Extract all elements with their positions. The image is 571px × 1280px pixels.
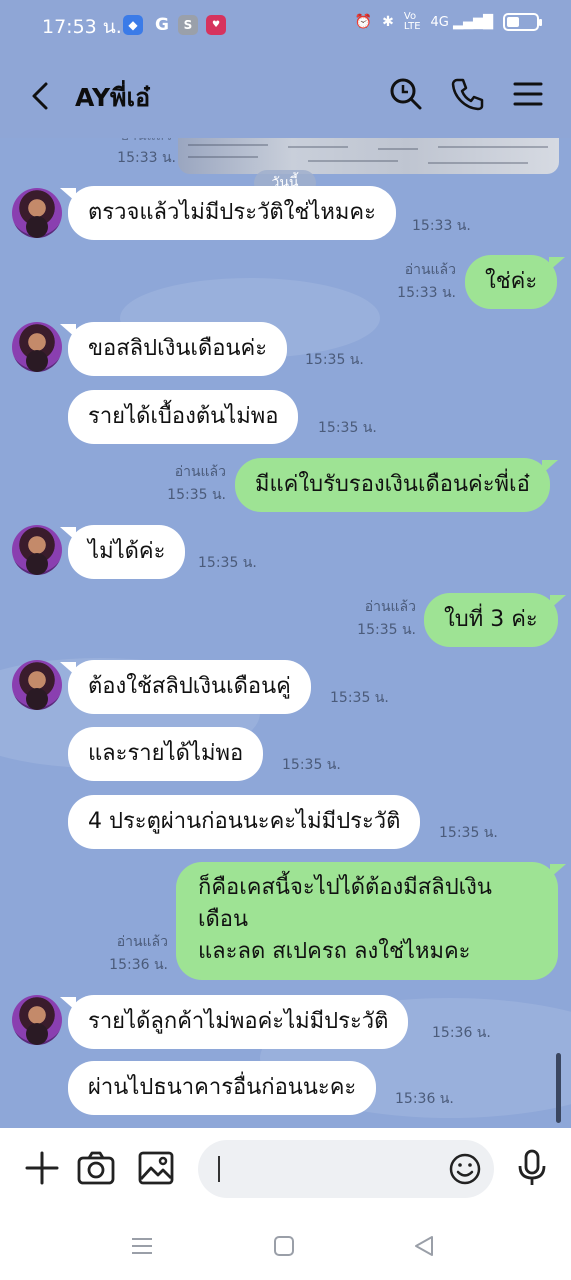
battery-icon [503, 13, 542, 31]
read-receipt: อ่านแล้ว [116, 934, 168, 950]
menu-icon[interactable] [508, 74, 548, 114]
outgoing-message[interactable]: มีแค่ใบรับรองเงินเดือนค่ะพี่เอ๋ [235, 458, 558, 512]
status-icons: ⏰ ✱ Vo LTE 4G ▂▄▆█ [354, 11, 542, 32]
contact-avatar[interactable] [12, 660, 62, 710]
message-time: 15:35 น. [305, 352, 364, 368]
google-icon: G [155, 15, 169, 35]
incoming-message[interactable]: 4 ประตูผ่านก่อนนะคะไม่มีประวัติ [68, 795, 421, 849]
search-icon[interactable] [386, 74, 426, 114]
plus-icon[interactable] [22, 1148, 62, 1188]
back-icon[interactable] [408, 1230, 440, 1262]
incoming-message[interactable]: ผ่านไปธนาคารอื่นก่อนนะคะ [68, 1061, 377, 1115]
contact-avatar[interactable] [12, 188, 62, 238]
message-line: เดือน [198, 907, 249, 932]
status-bar: 17:53 น. ◆ G S ♥ ⏰ ✱ Vo LTE 4G ▂▄▆█ [0, 0, 571, 52]
incoming-message[interactable]: ขอสลิปเงินเดือนค่ะ [59, 322, 288, 376]
read-receipt: อ่านแล้ว [112, 138, 172, 147]
contact-name[interactable]: AYพี่เอ๋ [75, 78, 150, 118]
chat-header: AYพี่เอ๋ [0, 52, 571, 138]
message-time: 15:36 น. [109, 957, 168, 973]
message-time: 15:33 น. [397, 285, 456, 301]
status-time: 17:53 น. [42, 16, 122, 38]
message-line: และลด สเปครถ ลงใช่ไหมคะ [198, 939, 471, 964]
s-app-icon: S [178, 15, 198, 35]
back-arrow-icon[interactable] [22, 76, 62, 116]
contact-avatar[interactable] [12, 322, 62, 372]
incoming-message[interactable]: ตรวจแล้วไม่มีประวัติใช่ไหมคะ [60, 186, 396, 240]
navigation-bar [0, 1212, 571, 1280]
message-time: 15:36 น. [432, 1025, 491, 1041]
phone-icon[interactable] [447, 74, 487, 114]
outgoing-message[interactable]: ก็คือเคสนี้จะไปได้ต้องมีสลิปเงิน เดือน แ… [176, 862, 566, 980]
bluetooth-icon: ✱ [382, 14, 394, 30]
message-time: 15:35 น. [330, 690, 389, 706]
read-receipt: อ่านแล้ว [364, 599, 416, 615]
camera-icon[interactable] [76, 1148, 116, 1188]
message-time: 15:35 น. [357, 622, 416, 638]
message-time: 15:35 น. [282, 757, 341, 773]
contact-avatar[interactable] [12, 525, 62, 575]
shared-image-thumbnail[interactable] [178, 138, 559, 174]
input-bar [0, 1128, 571, 1212]
microphone-icon[interactable] [512, 1148, 552, 1188]
incoming-message[interactable]: และรายได้ไม่พอ [68, 727, 264, 781]
message-time: 15:35 น. [439, 825, 498, 841]
text-cursor [218, 1156, 220, 1182]
read-receipt: อ่านแล้ว [404, 262, 456, 278]
alarm-icon: ⏰ [354, 14, 373, 30]
contact-avatar[interactable] [12, 995, 62, 1045]
volte-icon: Vo LTE [403, 11, 421, 32]
message-time: 15:35 น. [167, 487, 226, 503]
message-time: 15:35 น. [198, 555, 257, 571]
line-app-icon: ♥ [206, 15, 226, 35]
message-line: ก็คือเคสนี้จะไปได้ต้องมีสลิปเงิน [198, 875, 492, 900]
read-receipt: อ่านแล้ว [174, 464, 226, 480]
scrollbar[interactable] [556, 1053, 561, 1123]
image-icon[interactable] [136, 1148, 176, 1188]
signal-icon: 4G ▂▄▆█ [430, 14, 493, 30]
app-notification-icon: ◆ [123, 15, 143, 35]
message-time: 15:33 น. [117, 150, 176, 166]
home-icon[interactable] [268, 1230, 300, 1262]
message-time: 15:33 น. [412, 218, 471, 234]
incoming-message[interactable]: ต้องใช้สลิปเงินเดือนคู่ [60, 660, 311, 714]
incoming-message[interactable]: ไม่ได้ค่ะ [59, 525, 186, 579]
incoming-message[interactable]: รายได้เบื้องต้นไม่พอ [68, 390, 299, 444]
chat-area[interactable]: อ่านแล้ว 15:33 น. วันนี้ ตรวจแล้วไม่มีปร… [0, 138, 571, 1128]
outgoing-message[interactable]: ใบที่ 3 ค่ะ [424, 593, 566, 647]
emoji-icon[interactable] [448, 1152, 482, 1186]
message-time: 15:36 น. [395, 1091, 454, 1107]
outgoing-message[interactable]: ใช่ค่ะ [465, 255, 566, 309]
message-time: 15:35 น. [318, 420, 377, 436]
incoming-message[interactable]: รายได้ลูกค้าไม่พอค่ะไม่มีประวัติ [59, 995, 409, 1049]
recents-icon[interactable] [126, 1230, 158, 1262]
